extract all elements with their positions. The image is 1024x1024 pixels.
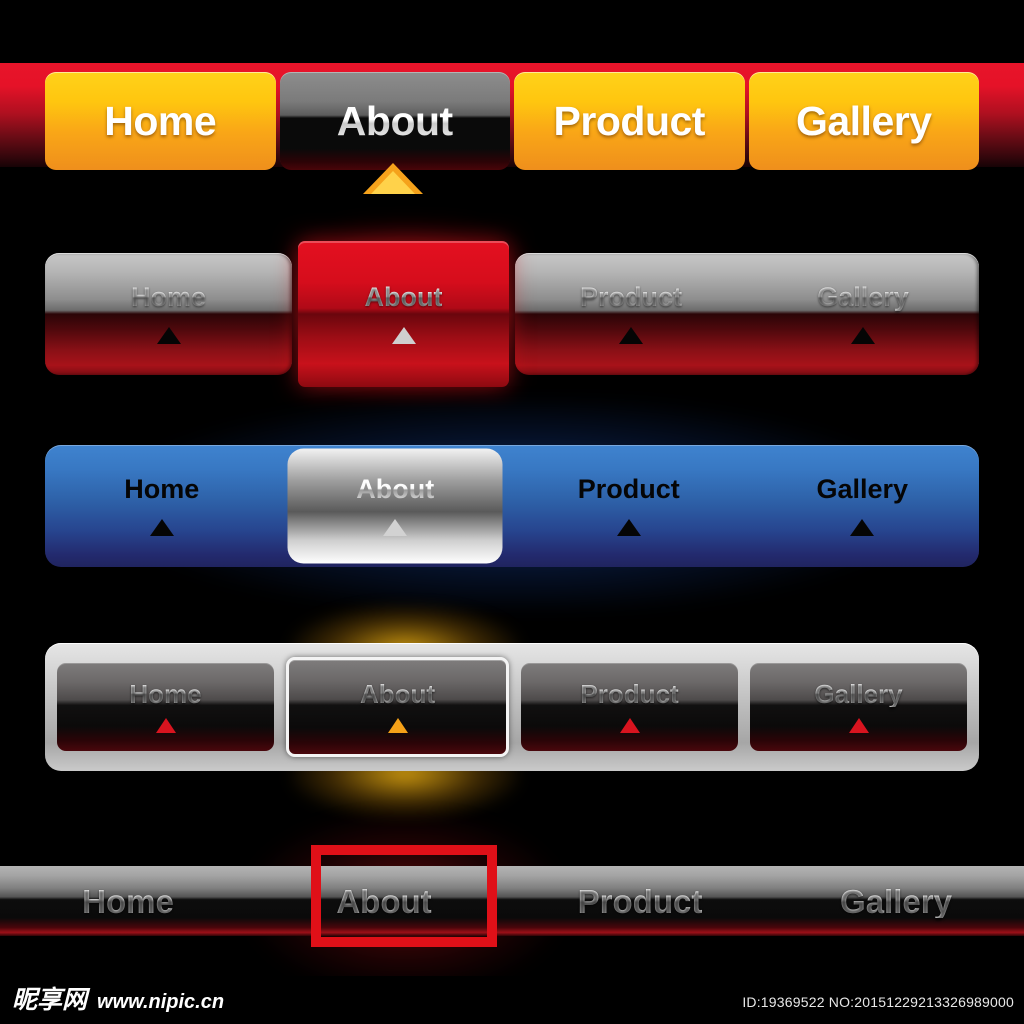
tab-label: About — [336, 97, 453, 144]
tab-label: About — [364, 282, 443, 312]
tab-about-darkstrip[interactable]: About — [256, 866, 512, 936]
watermark-site-name-cn: 昵享网 — [12, 985, 88, 1014]
up-arrow-icon — [851, 327, 875, 344]
tab-home-blue[interactable]: Home — [45, 445, 279, 567]
tab-product-darkstrip[interactable]: Product — [512, 866, 768, 936]
tab-product-yellow[interactable]: Product — [514, 72, 745, 170]
tab-about-yellow[interactable]: About — [279, 72, 510, 170]
tab-label: Product — [579, 282, 682, 312]
tab-label: Product — [553, 97, 706, 144]
up-arrow-icon — [619, 718, 640, 733]
up-arrow-icon — [616, 519, 641, 536]
tab-home-yellow[interactable]: Home — [45, 72, 276, 170]
up-arrow-icon — [156, 327, 181, 344]
up-arrow-icon — [363, 163, 423, 194]
tab-label: Product — [577, 474, 680, 504]
up-arrow-icon — [850, 519, 875, 536]
up-arrow-icon — [848, 718, 869, 733]
tab-label: Gallery — [840, 882, 952, 920]
tab-product-blue[interactable]: Product — [512, 445, 746, 567]
up-arrow-icon — [619, 327, 643, 344]
tab-label: Gallery — [814, 679, 903, 709]
up-arrow-icon — [155, 718, 176, 733]
tab-label: Gallery — [816, 474, 909, 504]
tab-gallery-darkstrip[interactable]: Gallery — [768, 866, 1024, 936]
up-arrow-icon — [387, 718, 408, 733]
up-arrow-icon — [149, 519, 174, 536]
tab-label: Product — [577, 882, 703, 920]
active-outline-ring — [288, 449, 503, 564]
nav-set-dark-strip: Home About Product Gallery — [0, 866, 1024, 936]
watermark-site-url: www.nipic.cn — [97, 991, 225, 1013]
tab-gallery-blue[interactable]: Gallery — [746, 445, 980, 567]
nav-set-silver-red-bar: Home About Product Gallery — [45, 241, 979, 387]
tab-label: Home — [104, 97, 217, 144]
tab-label: Home — [129, 679, 202, 709]
tab-label: Gallery — [795, 97, 932, 144]
up-arrow-icon — [383, 519, 408, 536]
tab-product-silverred[interactable]: Product — [515, 253, 747, 375]
watermark-id-text: ID:19369522 NO:20151229213326989000 — [742, 994, 1014, 1010]
button-gallery-silverbar[interactable]: Gallery — [750, 663, 967, 751]
tab-label: Gallery — [817, 282, 909, 312]
tab-home-silverred[interactable]: Home — [45, 253, 292, 375]
tab-label: Home — [124, 474, 200, 504]
tab-label: Home — [82, 882, 174, 920]
watermark-footer: 昵享网 www.nipic.cn ID:19369522 NO:20151229… — [0, 976, 1024, 1024]
tab-about-blue[interactable]: About — [279, 445, 513, 567]
button-product-silverbar[interactable]: Product — [521, 663, 738, 751]
tab-gallery-yellow[interactable]: Gallery — [748, 72, 979, 170]
tab-label: About — [356, 474, 435, 504]
button-about-silverbar[interactable]: About — [286, 657, 509, 757]
tab-home-darkstrip[interactable]: Home — [0, 866, 256, 936]
tab-label: About — [359, 679, 436, 709]
watermark-logo: 昵享网 www.nipic.cn — [12, 987, 224, 1012]
navigation-button-set-canvas: Home About Product Gallery Home About Pr… — [0, 0, 1024, 1024]
tab-about-silverred[interactable]: About — [298, 253, 509, 375]
up-arrow-icon — [391, 327, 416, 344]
tab-label: Product — [580, 679, 679, 709]
nav-set-yellow-tabs: Home About Product Gallery — [45, 72, 979, 170]
tab-label: Home — [130, 282, 206, 312]
nav-set-blue-bar: Home About Product Gallery — [45, 445, 979, 567]
nav-set-silver-bar: Home About Product Gallery — [45, 643, 979, 771]
tab-label: About — [336, 882, 432, 920]
tab-gallery-silverred[interactable]: Gallery — [747, 253, 979, 375]
button-home-silverbar[interactable]: Home — [57, 663, 274, 751]
